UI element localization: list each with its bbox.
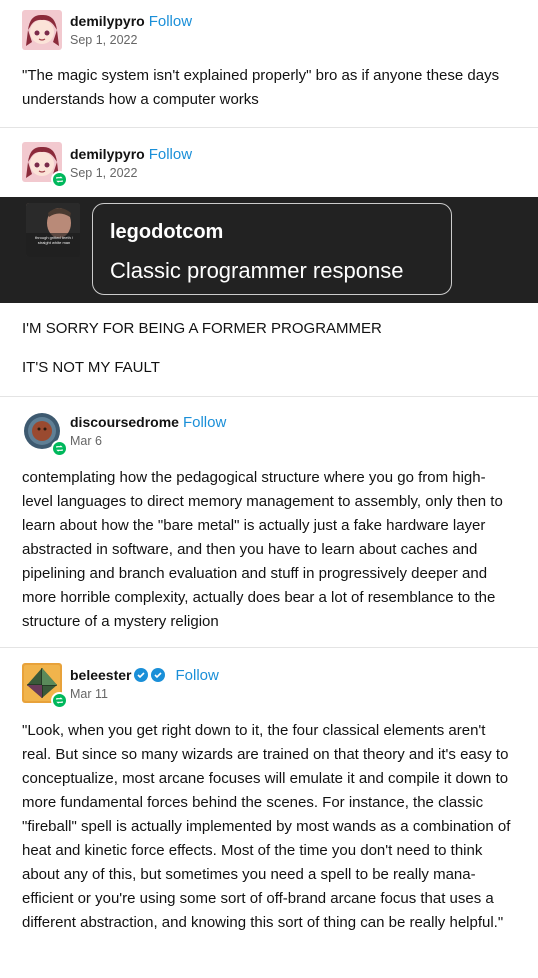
- post-header: demilypyro Follow Sep 1, 2022: [0, 0, 538, 50]
- verified-badge-icon: [134, 668, 149, 682]
- username: discoursedrome Follow: [70, 414, 226, 431]
- embedded-post-card: legodotcom Classic programmer response: [92, 203, 452, 295]
- username: demilypyro Follow: [70, 146, 192, 163]
- post-header: beleester Follow Mar 11: [0, 648, 538, 709]
- username: demilypyro Follow: [70, 13, 192, 30]
- post-line: IT'S NOT MY FAULT: [22, 359, 160, 376]
- post-body: "The magic system isn't explained proper…: [22, 67, 500, 108]
- username-link[interactable]: demilypyro: [70, 13, 145, 29]
- username-link[interactable]: discoursedrome: [70, 414, 179, 430]
- post-date[interactable]: Mar 6: [70, 434, 102, 448]
- username-link[interactable]: demilypyro: [70, 146, 145, 162]
- post-3: discoursedrome Follow Mar 6 contemplating…: [0, 397, 538, 647]
- reblog-badge-icon: [51, 692, 68, 709]
- username-link[interactable]: beleester: [70, 667, 131, 683]
- follow-button[interactable]: Follow: [183, 414, 226, 431]
- post-1: demilypyro Follow Sep 1, 2022 "The magic …: [0, 0, 538, 127]
- reblog-badge-icon: [51, 440, 68, 457]
- post-date[interactable]: Sep 1, 2022: [70, 33, 137, 47]
- username: beleester Follow: [70, 667, 219, 684]
- avatar[interactable]: [22, 10, 62, 50]
- post-header: demilypyro Follow Sep 1, 2022: [0, 128, 538, 188]
- post-header: discoursedrome Follow Mar 6: [0, 397, 538, 457]
- post-body: "Look, when you get right down to it, th…: [22, 722, 511, 931]
- avatar[interactable]: [22, 411, 68, 457]
- embedded-screenshot: through gritted teeth / straight white m…: [0, 197, 538, 303]
- post-date[interactable]: Sep 1, 2022: [70, 166, 137, 180]
- post-line: I'M SORRY FOR BEING A FORMER PROGRAMMER: [22, 320, 382, 337]
- post-date[interactable]: Mar 11: [70, 687, 108, 701]
- follow-button[interactable]: Follow: [175, 667, 218, 684]
- post-4: beleester Follow Mar 11 "Look, when you g…: [0, 648, 538, 978]
- follow-button[interactable]: Follow: [149, 13, 192, 30]
- embedded-thumbnail: through gritted teeth / straight white m…: [26, 203, 80, 257]
- verified-badge-icon: [151, 668, 166, 682]
- follow-button[interactable]: Follow: [149, 146, 192, 163]
- post-body: contemplating how the pedagogical struct…: [22, 469, 503, 630]
- avatar[interactable]: [22, 663, 68, 709]
- reblog-badge-icon: [51, 171, 68, 188]
- post-2: demilypyro Follow Sep 1, 2022 through gri…: [0, 128, 538, 396]
- embedded-text: Classic programmer response: [110, 258, 404, 283]
- face-thumbnail-icon: [26, 203, 80, 257]
- avatar-image: [22, 10, 62, 50]
- thumbnail-caption: through gritted teeth / straight white m…: [34, 235, 74, 245]
- embedded-username: legodotcom: [110, 221, 224, 243]
- avatar[interactable]: [22, 142, 68, 188]
